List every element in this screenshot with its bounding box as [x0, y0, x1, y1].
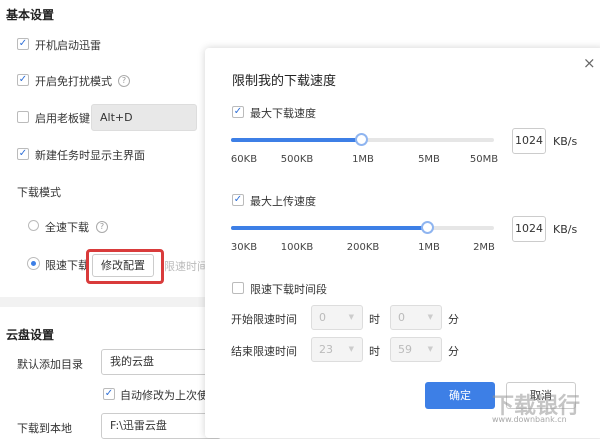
upload-slider[interactable]: [231, 221, 494, 234]
basic-settings-title: 基本设置: [6, 8, 55, 22]
download-slider-fill: [231, 138, 361, 142]
radio-full-speed[interactable]: [28, 220, 39, 231]
checkbox-dnd[interactable]: ✓: [17, 74, 29, 86]
autostart-label: 开机启动迅雷: [35, 39, 101, 52]
checkbox-max-download[interactable]: ✓: [232, 106, 244, 118]
modify-config-button[interactable]: 修改配置: [92, 254, 154, 277]
upload-slider-fill: [231, 226, 427, 230]
start-hour-select[interactable]: 0 ▼: [311, 305, 363, 330]
close-icon[interactable]: ×: [583, 54, 596, 72]
tick-label: 5MB: [418, 154, 440, 165]
tick-label: 200KB: [346, 242, 380, 253]
checkbox-auto-modify[interactable]: ✓: [103, 388, 115, 400]
tick-label: 60KB: [230, 154, 258, 165]
minute-label: 分: [448, 345, 459, 358]
chevron-down-icon: ▼: [348, 345, 354, 353]
chevron-down-icon: ▼: [427, 313, 433, 321]
bosskey-label: 启用老板键: [35, 112, 90, 125]
tick-label: 50MB: [469, 154, 499, 165]
checkbox-show-main[interactable]: ✓: [17, 148, 29, 160]
watermark-url: www.downbank.cn: [492, 415, 567, 424]
show-main-label: 新建任务时显示主界面: [35, 149, 145, 162]
download-slider[interactable]: [231, 133, 494, 146]
auto-modify-label: 自动修改为上次使: [120, 389, 208, 402]
start-minute-value: 0: [398, 311, 405, 324]
tick-label: 30KB: [230, 242, 258, 253]
bosskey-input[interactable]: Alt+D: [91, 104, 197, 131]
default-dir-label: 默认添加目录: [17, 358, 83, 371]
start-hour-value: 0: [319, 311, 326, 324]
divider: [0, 297, 210, 307]
max-download-label: 最大下载速度: [250, 107, 316, 120]
end-hour-select[interactable]: 23 ▼: [311, 337, 363, 362]
speed-limit-dialog: × 限制我的下载速度 ✓ 最大下载速度 60KB 500KB 1MB 5MB 5…: [205, 48, 600, 438]
hour-label: 时: [369, 313, 380, 326]
dnd-label: 开启免打扰模式: [35, 75, 112, 88]
download-mode-label: 下载模式: [17, 186, 61, 199]
upload-unit: KB/s: [553, 223, 578, 236]
checkbox-autostart[interactable]: ✓: [17, 38, 29, 50]
radio-limited[interactable]: [28, 258, 39, 269]
tick-label: 100KB: [280, 242, 314, 253]
help-icon[interactable]: ?: [118, 75, 130, 87]
checkbox-bosskey[interactable]: [17, 111, 29, 123]
download-unit: KB/s: [553, 135, 578, 148]
chevron-down-icon: ▼: [427, 345, 433, 353]
upload-value-input[interactable]: 1024: [512, 216, 546, 242]
tick-label: 1MB: [352, 154, 374, 165]
start-time-label: 开始限速时间: [231, 313, 297, 326]
checkbox-limit-period[interactable]: [232, 282, 244, 294]
end-time-label: 结束限速时间: [231, 345, 297, 358]
local-path-input[interactable]: F:\迅雷云盘: [101, 413, 221, 439]
max-upload-label: 最大上传速度: [250, 195, 316, 208]
end-minute-select[interactable]: 59 ▼: [390, 337, 442, 362]
local-label: 下载到本地: [17, 422, 72, 435]
start-minute-select[interactable]: 0 ▼: [390, 305, 442, 330]
help-icon[interactable]: ?: [96, 221, 108, 233]
download-slider-thumb[interactable]: [355, 133, 368, 146]
upload-slider-thumb[interactable]: [421, 221, 434, 234]
full-speed-label: 全速下载: [45, 221, 89, 234]
limit-period-label: 限速下载时间段: [250, 283, 327, 296]
limited-label: 限速下载: [45, 259, 89, 272]
minute-label: 分: [448, 313, 459, 326]
ok-button[interactable]: 确定: [425, 382, 495, 409]
download-value-input[interactable]: 1024: [512, 128, 546, 154]
tick-label: 500KB: [280, 154, 314, 165]
tick-label: 1MB: [418, 242, 440, 253]
chevron-down-icon: ▼: [348, 313, 354, 321]
limit-time-hint: 限速时间: [164, 260, 208, 273]
tick-label: 2MB: [473, 242, 495, 253]
dialog-title: 限制我的下载速度: [232, 74, 337, 89]
checkbox-max-upload[interactable]: ✓: [232, 194, 244, 206]
end-minute-value: 59: [398, 343, 412, 356]
cloud-settings-title: 云盘设置: [6, 328, 55, 342]
hour-label: 时: [369, 345, 380, 358]
default-dir-input[interactable]: 我的云盘: [101, 349, 221, 375]
end-hour-value: 23: [319, 343, 333, 356]
